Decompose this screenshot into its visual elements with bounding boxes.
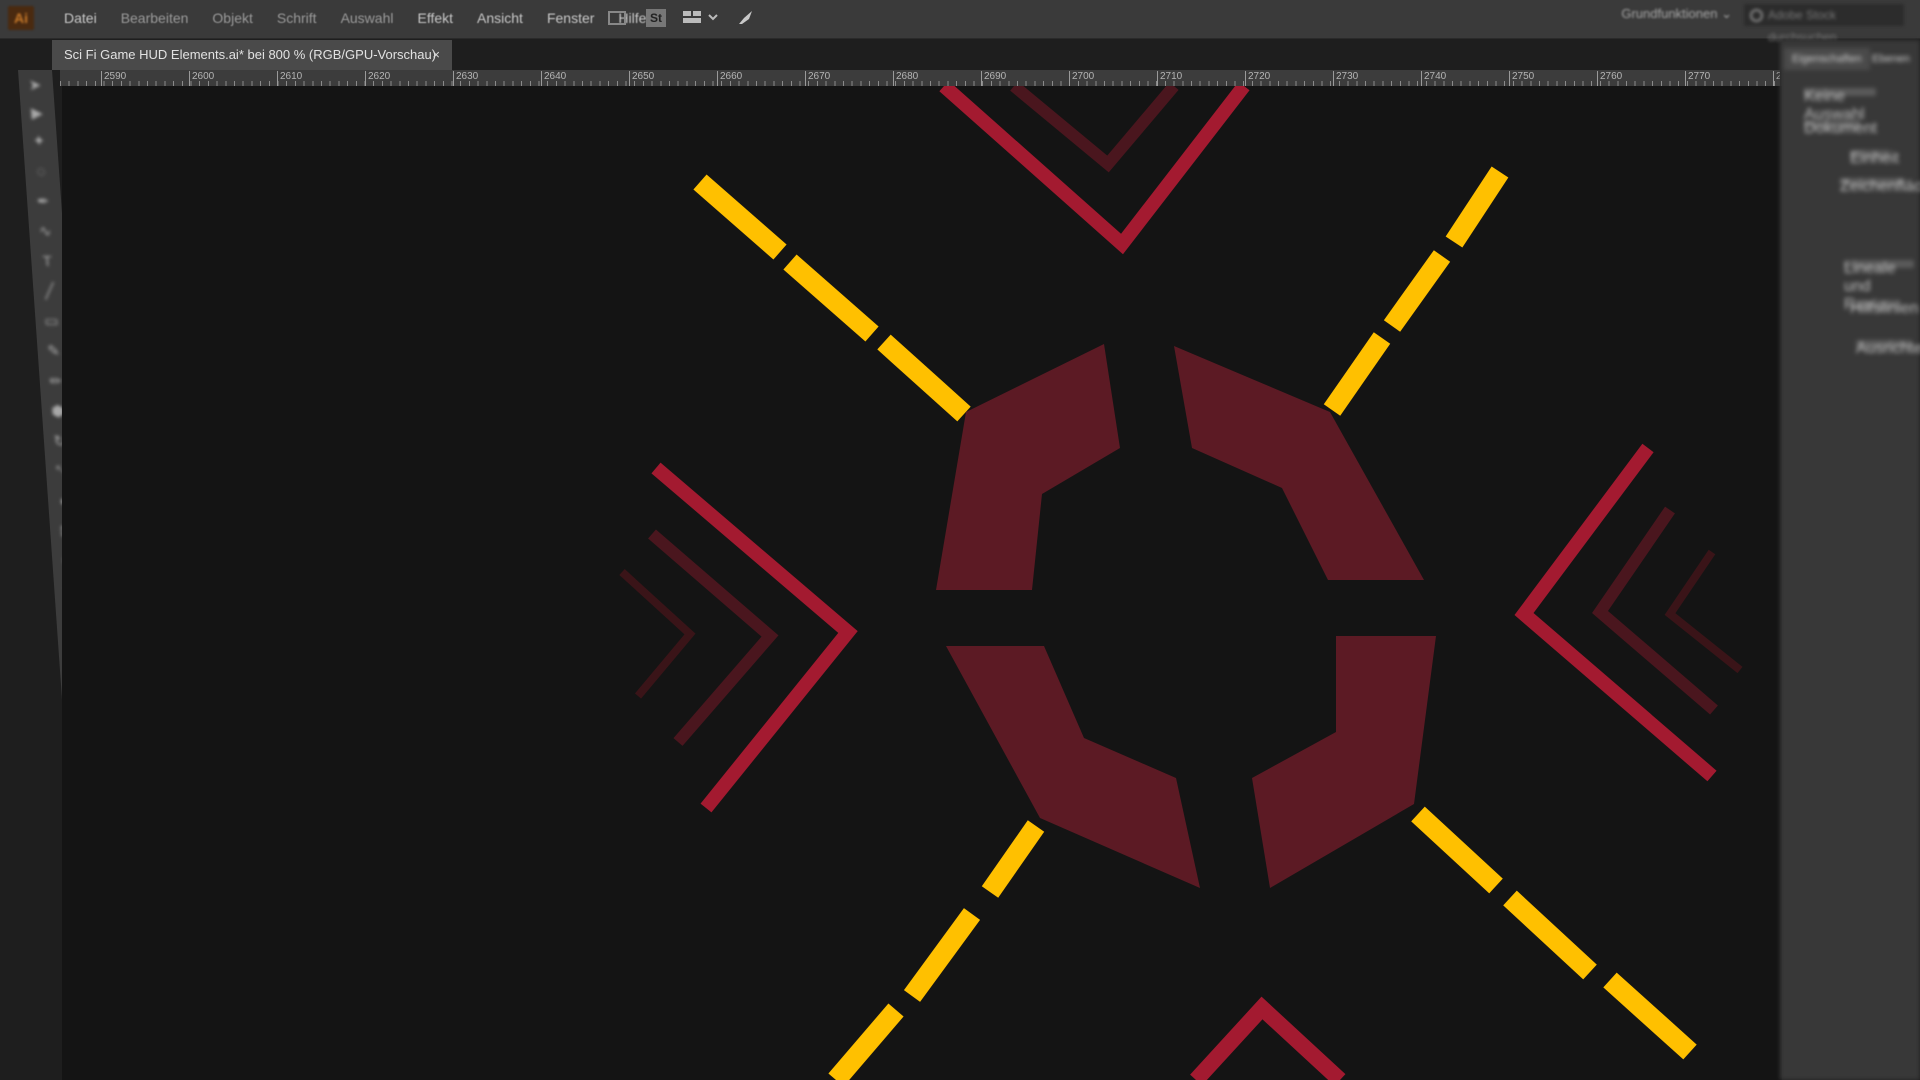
ruler-label: 2660 (716, 71, 743, 86)
panel-row: Ausrichten (1856, 340, 1920, 357)
app-logo: Ai (8, 6, 34, 30)
yellow-dash (903, 908, 981, 1002)
yellow-dash (1445, 166, 1509, 248)
menu-item-objekt[interactable]: Objekt (200, 10, 264, 26)
bottom-chevron (1190, 996, 1346, 1080)
ruler-label: 2610 (276, 71, 303, 86)
ruler-label: 2640 (540, 71, 567, 86)
ruler-label: 2740 (1420, 71, 1447, 86)
yellow-dash (877, 334, 971, 422)
artboard-canvas[interactable] (62, 86, 1782, 1080)
workspace-label: Grundfunktionen (1621, 6, 1718, 21)
panel-row: Hilfslinien (1850, 300, 1919, 317)
menu-item-bearbeiten[interactable]: Bearbeiten (109, 10, 201, 26)
panel-row: Zeichenfläche (1840, 178, 1920, 195)
top-chevron-inner (1010, 86, 1179, 173)
ruler-label: 2690 (980, 71, 1007, 86)
menu-item-fenster[interactable]: Fenster (535, 10, 606, 26)
octagon-segment (936, 344, 1120, 590)
ruler-label: 2770 (1684, 71, 1711, 86)
ruler-label: 2630 (452, 71, 479, 86)
rocket-icon[interactable] (736, 9, 758, 27)
panel-row: Einheit (1850, 150, 1899, 167)
menu-item-datei[interactable]: Datei (52, 10, 109, 26)
direct-selection-tool-icon[interactable]: ▶ (26, 104, 47, 124)
main-menu: Datei Bearbeiten Objekt Schrift Auswahl … (52, 10, 658, 26)
menu-bar: Ai Datei Bearbeiten Objekt Schrift Auswa… (0, 0, 1920, 44)
horizontal-ruler[interactable]: 2590 2600 2610 2620 2630 2640 2650 2660 … (60, 70, 1780, 86)
menu-item-effekt[interactable]: Effekt (405, 10, 465, 26)
magic-wand-tool-icon[interactable]: ✦ (28, 132, 49, 152)
panel-row: Lineale und Raster (1844, 260, 1914, 313)
stock-search-input[interactable]: Adobe Stock durchsuchen (1744, 4, 1904, 44)
ruler-label: 2620 (364, 71, 391, 86)
curvature-tool-icon[interactable]: ∿ (35, 222, 56, 242)
workspace-switcher[interactable]: Grundfunktionen ⌄ (1621, 6, 1732, 22)
panel-row: Dokument (1804, 120, 1877, 137)
ruler-label: 2600 (188, 71, 215, 86)
lasso-tool-icon[interactable]: ◌ (30, 162, 51, 182)
yellow-dash (981, 820, 1045, 898)
right-chevron-inner (1592, 506, 1718, 715)
octagon-segment (1174, 346, 1424, 580)
right-chevron-innermost (1664, 549, 1743, 674)
arrange-icon[interactable] (682, 9, 702, 27)
line-tool-icon[interactable]: ╱ (39, 282, 60, 302)
stock-icon[interactable]: St (646, 9, 666, 27)
ruler-label: 2590 (100, 71, 127, 86)
tab-layers[interactable]: Ebenen (1864, 48, 1918, 70)
yellow-dash (1603, 972, 1697, 1060)
yellow-dash (1383, 250, 1451, 332)
yellow-dash (1323, 332, 1391, 416)
properties-panel: Eigenschaften Ebenen Keine Auswahl Dokum… (1780, 40, 1920, 1080)
ruler-label: 2680 (892, 71, 919, 86)
yellow-dash (828, 1003, 904, 1080)
octagon-segment (946, 646, 1200, 888)
top-chevron (939, 86, 1250, 255)
document-title: Sci Fi Game HUD Elements.ai* bei 800 % (… (64, 47, 437, 62)
pen-tool-icon[interactable]: ✒ (33, 192, 54, 212)
yellow-dash (783, 254, 879, 342)
left-chevron-innermost (619, 569, 696, 699)
right-chevron (1514, 443, 1717, 782)
ruler-label: 2750 (1508, 71, 1535, 86)
menu-item-ansicht[interactable]: Ansicht (465, 10, 535, 26)
chevrons (619, 86, 1743, 1080)
menu-item-auswahl[interactable]: Auswahl (329, 10, 406, 26)
ruler-label: 2760 (1596, 71, 1623, 86)
yellow-dash (1411, 806, 1503, 894)
yellow-dash (1503, 890, 1597, 980)
tab-properties[interactable]: Eigenschaften (1784, 48, 1870, 70)
hud-artwork (619, 86, 1743, 1080)
panel-row: Keine Auswahl (1804, 88, 1876, 123)
octagon-ring (936, 344, 1436, 888)
left-chevron-inner (648, 529, 779, 746)
chevron-down-icon[interactable] (708, 9, 720, 27)
rectangle-tool-icon[interactable]: ▭ (41, 312, 62, 332)
selection-tool-icon[interactable]: ➤ (24, 76, 45, 96)
close-tab-icon[interactable]: × (432, 40, 440, 70)
ruler-label: 2710 (1156, 71, 1183, 86)
ruler-label: 2730 (1332, 71, 1359, 86)
type-tool-icon[interactable]: T (37, 252, 58, 272)
ruler-label: 2670 (804, 71, 831, 86)
layout-icon[interactable] (608, 11, 626, 25)
ruler-label: 2720 (1244, 71, 1271, 86)
document-tab[interactable]: Sci Fi Game HUD Elements.ai* bei 800 % (… (52, 40, 452, 70)
yellow-dash (693, 174, 787, 260)
menu-item-schrift[interactable]: Schrift (265, 10, 329, 26)
ruler-label: 2650 (628, 71, 655, 86)
octagon-segment (1252, 636, 1436, 888)
ruler-label: 2700 (1068, 71, 1095, 86)
